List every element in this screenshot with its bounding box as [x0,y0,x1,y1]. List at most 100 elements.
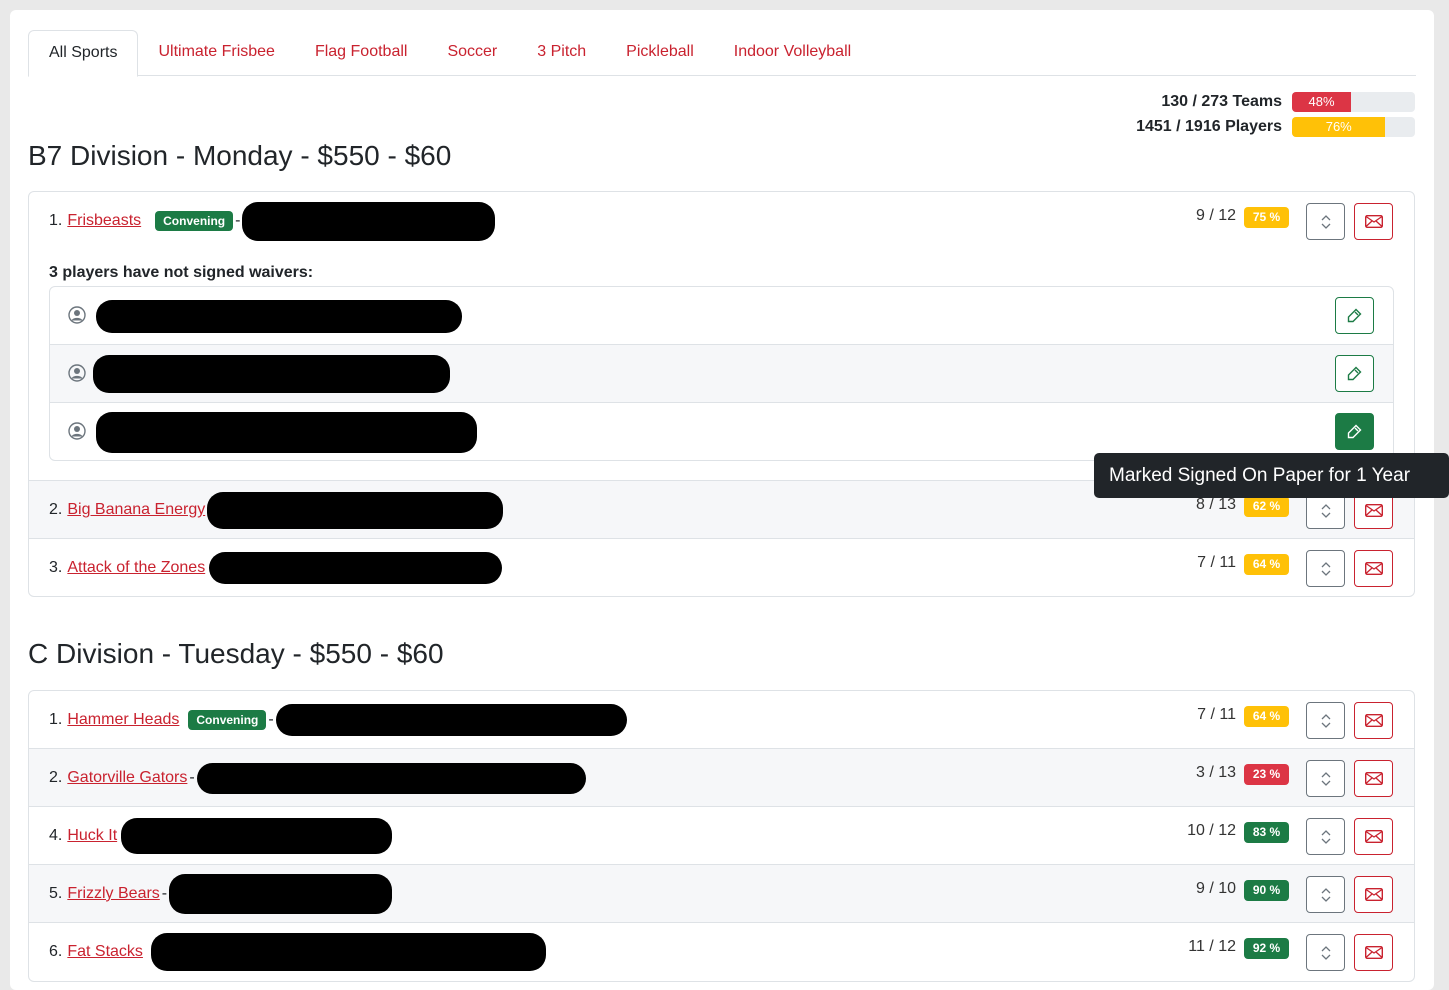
pen-icon [1347,424,1362,439]
player-count: 10 / 12 [1187,822,1236,839]
tab-all-sports[interactable]: All Sports [28,30,139,77]
email-team-button[interactable] [1354,550,1393,587]
sort-icon [1321,503,1330,518]
player-count: 7 / 11 [1197,706,1236,723]
tab-ultimate-frisbee[interactable]: Ultimate Frisbee [138,30,294,76]
redacted-captain [242,201,496,241]
sort-icon [1321,713,1330,728]
mark-signed-button[interactable] [1335,413,1374,450]
separator: - [189,769,195,786]
redacted-captain [275,704,627,736]
separator: - [235,212,241,229]
sort-button[interactable] [1306,876,1345,913]
team-row: 2. Gatorville Gators - 3 / 13 23 % [29,749,1414,807]
mark-signed-button[interactable] [1335,355,1374,392]
division-title-b7: B7 Division - Monday - $550 - $60 [28,140,452,171]
sort-button[interactable] [1306,203,1345,240]
team-link[interactable]: Huck It [67,827,117,845]
envelope-icon [1364,830,1383,843]
sport-tabs: All Sports Ultimate Frisbee Flag Footbal… [28,30,1416,77]
fill-badge: 83 % [1244,822,1289,843]
mark-signed-button[interactable] [1335,297,1374,334]
team-row: 5. Frizzly Bears - 9 / 10 90 % [29,865,1414,923]
redacted-captain [121,818,393,854]
players-progress-bar: 76% [1292,116,1386,137]
player-count: 3 / 13 [1195,764,1236,781]
team-index: 3. [49,559,63,576]
division-b7: 1. Frisbeasts Convening - 9 / 12 75 % 3 … [28,191,1415,597]
email-team-button[interactable] [1354,702,1393,739]
sort-button[interactable] [1306,818,1345,855]
team-index: 4. [49,827,63,844]
redacted-player [96,300,462,333]
sort-button[interactable] [1306,550,1345,587]
list-item [50,345,1393,403]
redacted-captain [150,933,546,971]
team-link[interactable]: Attack of the Zones [67,559,205,577]
player-count: 7 / 11 [1197,554,1236,571]
division-c: 1. Hammer Heads Convening - 7 / 11 64 % … [28,690,1415,982]
separator: - [161,885,168,902]
separator: - [268,711,274,728]
unsigned-waiver-list [49,286,1394,461]
team-index: 1. [49,711,63,728]
team-link[interactable]: Fat Stacks [67,943,143,961]
email-team-button[interactable] [1354,760,1393,797]
player-count: 8 / 13 [1195,496,1236,513]
redacted-captain [209,552,503,584]
tab-pickleball[interactable]: Pickleball [606,30,714,76]
fill-badge: 92 % [1244,938,1289,959]
team-link[interactable]: Frisbeasts [67,212,141,230]
sort-button[interactable] [1306,934,1345,971]
team-row: 4. Huck It 10 / 12 83 % [29,807,1414,865]
email-team-button[interactable] [1354,818,1393,855]
fill-badge: 64 % [1244,554,1289,575]
person-circle-icon [68,422,86,440]
envelope-icon [1364,888,1383,901]
envelope-icon [1364,215,1383,228]
teams-stat-label: 130 / 273 Teams [1161,92,1282,110]
team-index: 2. [49,501,63,518]
sort-button[interactable] [1306,702,1345,739]
list-item [50,403,1393,460]
team-link[interactable]: Gatorville Gators [67,769,187,787]
tab-soccer[interactable]: Soccer [427,30,517,76]
team-link[interactable]: Big Banana Energy [67,501,205,519]
team-index: 2. [49,769,63,786]
email-team-button[interactable] [1354,203,1393,240]
sort-icon [1321,945,1330,960]
team-index: 6. [49,943,63,960]
redacted-captain [196,762,586,794]
email-team-button[interactable] [1354,876,1393,913]
team-row: 3. Attack of the Zones 7 / 11 64 % [29,539,1414,596]
team-row: 6. Fat Stacks 11 / 12 92 % [29,923,1414,981]
sort-icon [1321,561,1330,576]
team-link[interactable]: Frizzly Bears [67,885,159,903]
team-link[interactable]: Hammer Heads [67,711,179,729]
envelope-icon [1364,504,1383,517]
email-team-button[interactable] [1354,934,1393,971]
sort-icon [1321,771,1330,786]
status-badge: Convening [188,710,267,730]
player-count: 9 / 10 [1195,880,1236,897]
tab-flag-football[interactable]: Flag Football [295,30,428,76]
pen-icon [1347,366,1362,381]
sort-icon [1321,214,1330,229]
tab-3-pitch[interactable]: 3 Pitch [517,30,606,76]
team-row: 1. Hammer Heads Convening - 7 / 11 64 % [29,691,1414,749]
fill-badge: 62 % [1244,496,1289,517]
redacted-player [93,355,450,393]
redacted-player [96,412,477,453]
fill-badge: 64 % [1244,706,1289,727]
tab-indoor-volleyball[interactable]: Indoor Volleyball [714,30,871,76]
main-card: All Sports Ultimate Frisbee Flag Footbal… [10,10,1434,990]
teams-progress-bar: 48% [1292,91,1352,112]
redacted-captain [169,874,393,914]
teams-progress: 48% [1292,91,1415,112]
sort-button[interactable] [1306,760,1345,797]
envelope-icon [1364,772,1383,785]
envelope-icon [1364,714,1383,727]
division-title-c: C Division - Tuesday - $550 - $60 [28,638,444,669]
sort-icon [1321,887,1330,902]
player-count: 9 / 12 [1195,207,1236,224]
